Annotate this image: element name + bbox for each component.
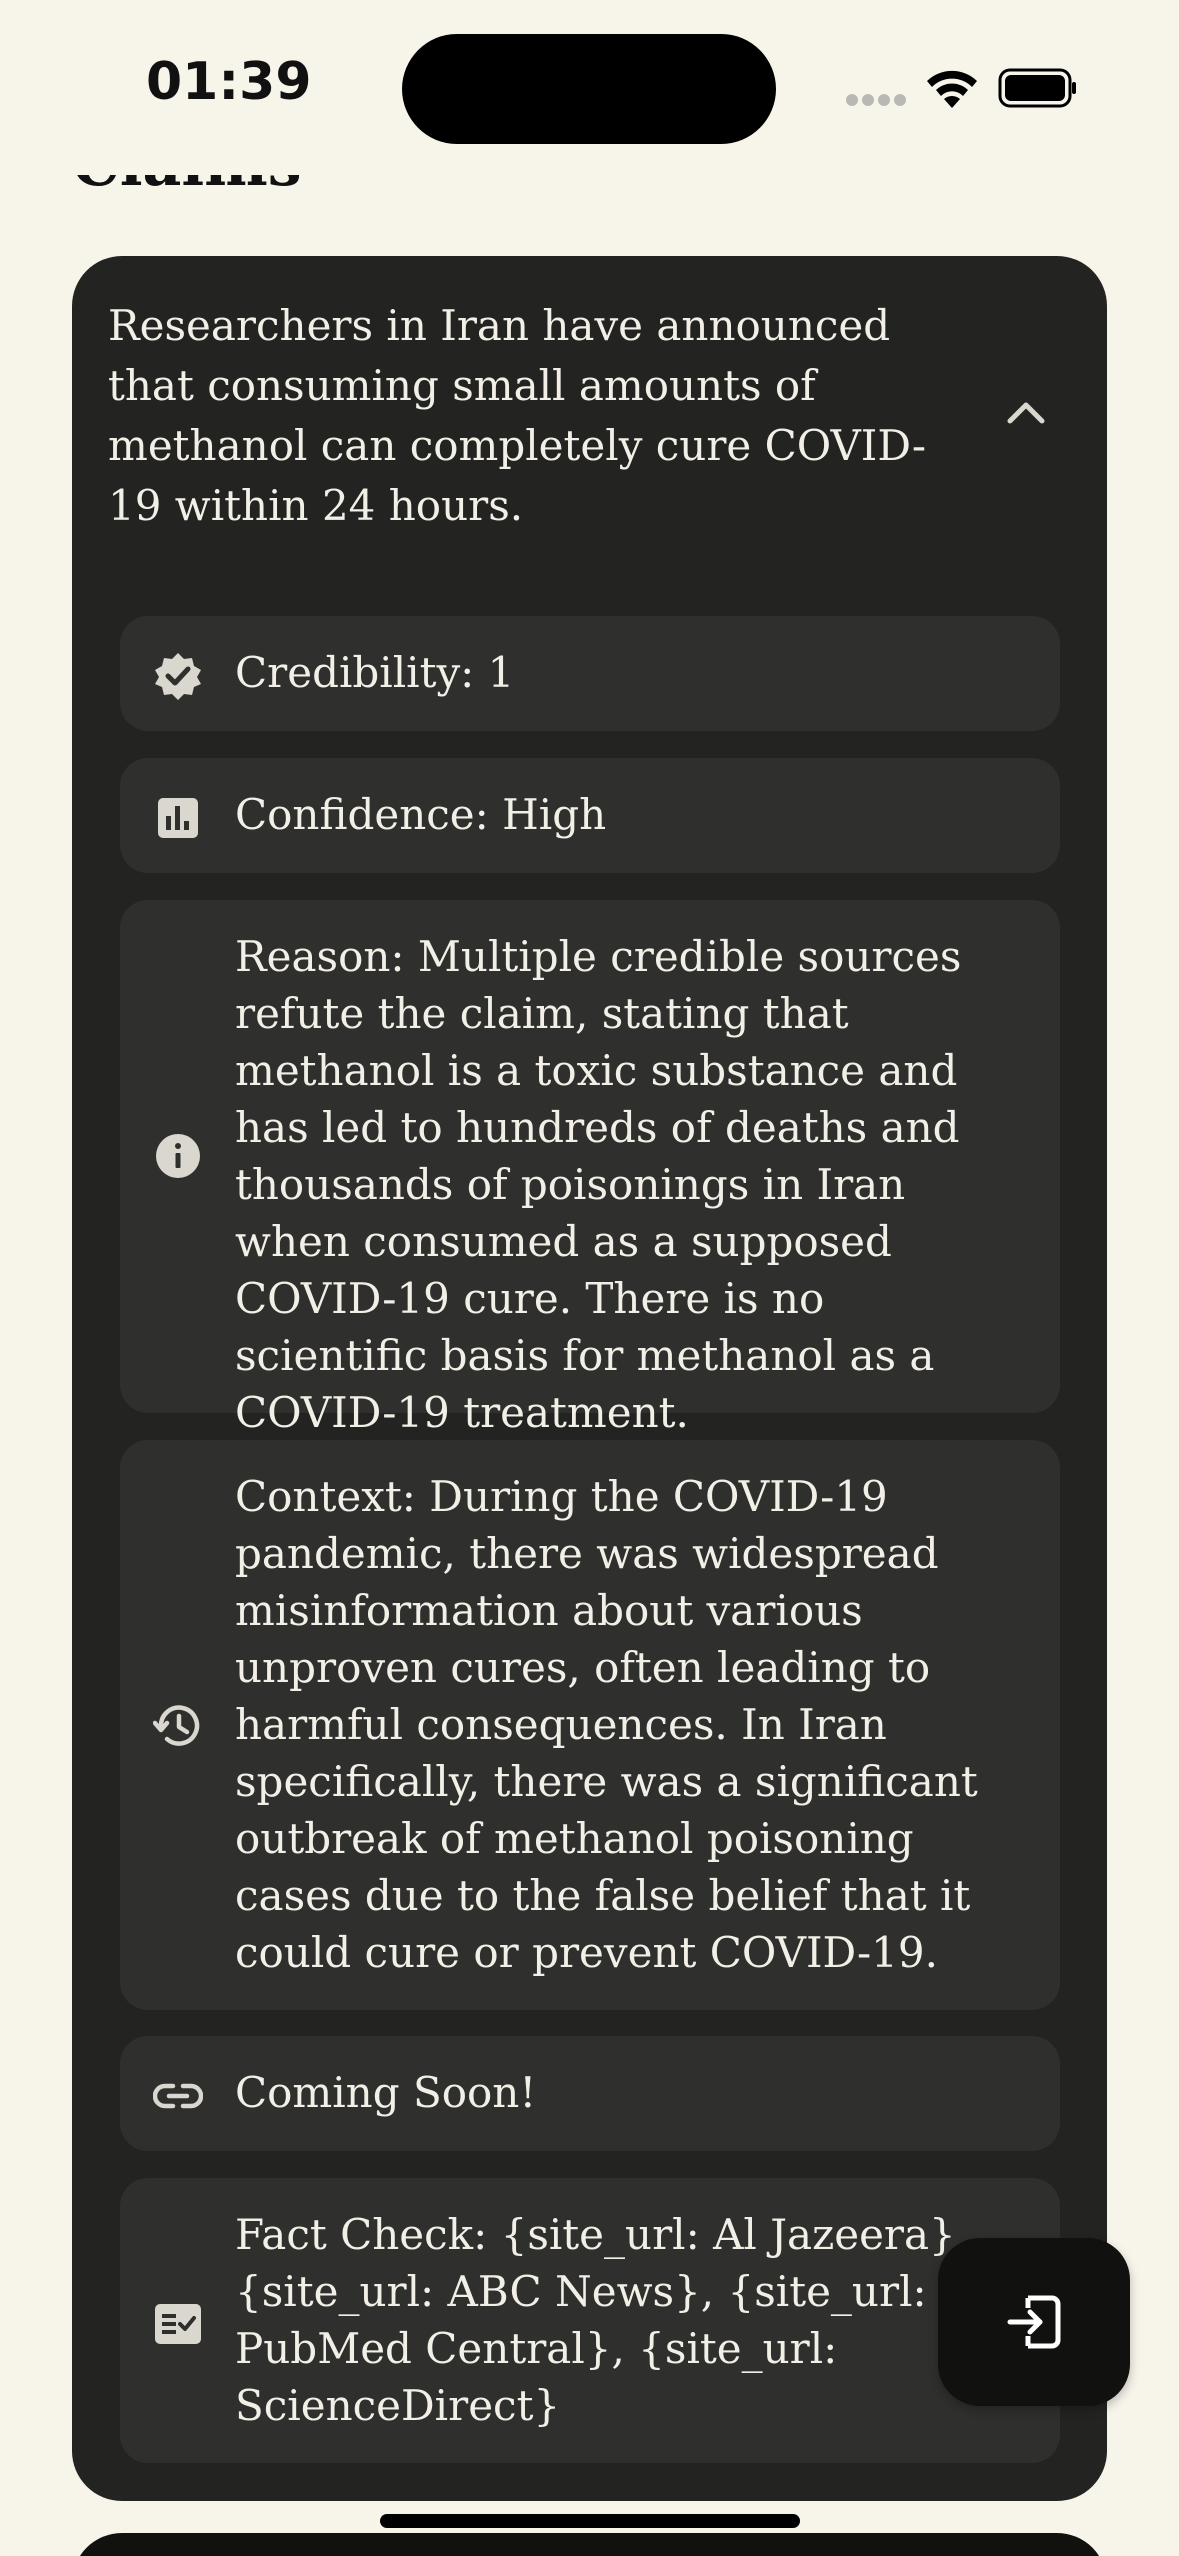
info-icon bbox=[152, 1130, 204, 1182]
link-icon bbox=[152, 2070, 204, 2122]
reason-text: Reason: Multiple credible sources refute… bbox=[235, 932, 962, 1437]
fact-check-row: Fact Check: {site_url: Al Jazeera}, {sit… bbox=[120, 2178, 1060, 2463]
bar-chart-icon bbox=[152, 792, 204, 844]
chevron-up-icon bbox=[1007, 402, 1045, 424]
credibility-text: Credibility: 1 bbox=[235, 648, 515, 697]
status-time: 01:39 bbox=[146, 52, 312, 112]
battery-icon bbox=[998, 68, 1076, 108]
confidence-row: Confidence: High bbox=[120, 758, 1060, 873]
context-text: Context: During the COVID-19 pandemic, t… bbox=[235, 1472, 978, 1977]
context-row: Context: During the COVID-19 pandemic, t… bbox=[120, 1440, 1060, 2010]
credibility-row: Credibility: 1 bbox=[120, 616, 1060, 731]
reason-row: Reason: Multiple credible sources refute… bbox=[120, 900, 1060, 1437]
history-icon bbox=[152, 1700, 204, 1752]
cellular-signal-icon bbox=[846, 94, 906, 108]
dynamic-island bbox=[402, 34, 776, 144]
home-indicator[interactable] bbox=[380, 2514, 800, 2528]
next-claim-card[interactable] bbox=[72, 2533, 1107, 2556]
claim-card: Researchers in Iran have announced that … bbox=[72, 256, 1107, 2501]
login-button[interactable] bbox=[938, 2238, 1130, 2406]
claim-text: Researchers in Iran have announced that … bbox=[108, 301, 927, 530]
wifi-icon bbox=[927, 70, 977, 108]
links-row[interactable]: Coming Soon! bbox=[120, 2036, 1060, 2151]
verified-badge-icon bbox=[152, 650, 204, 702]
collapse-button[interactable] bbox=[996, 382, 1056, 442]
confidence-text: Confidence: High bbox=[235, 790, 607, 839]
fact-check-icon bbox=[152, 2298, 204, 2350]
links-text: Coming Soon! bbox=[235, 2068, 537, 2117]
fact-check-text: Fact Check: {site_url: Al Jazeera}, {sit… bbox=[235, 2210, 970, 2430]
status-bar: 01:39 bbox=[0, 0, 1179, 175]
login-icon bbox=[1007, 2295, 1061, 2349]
